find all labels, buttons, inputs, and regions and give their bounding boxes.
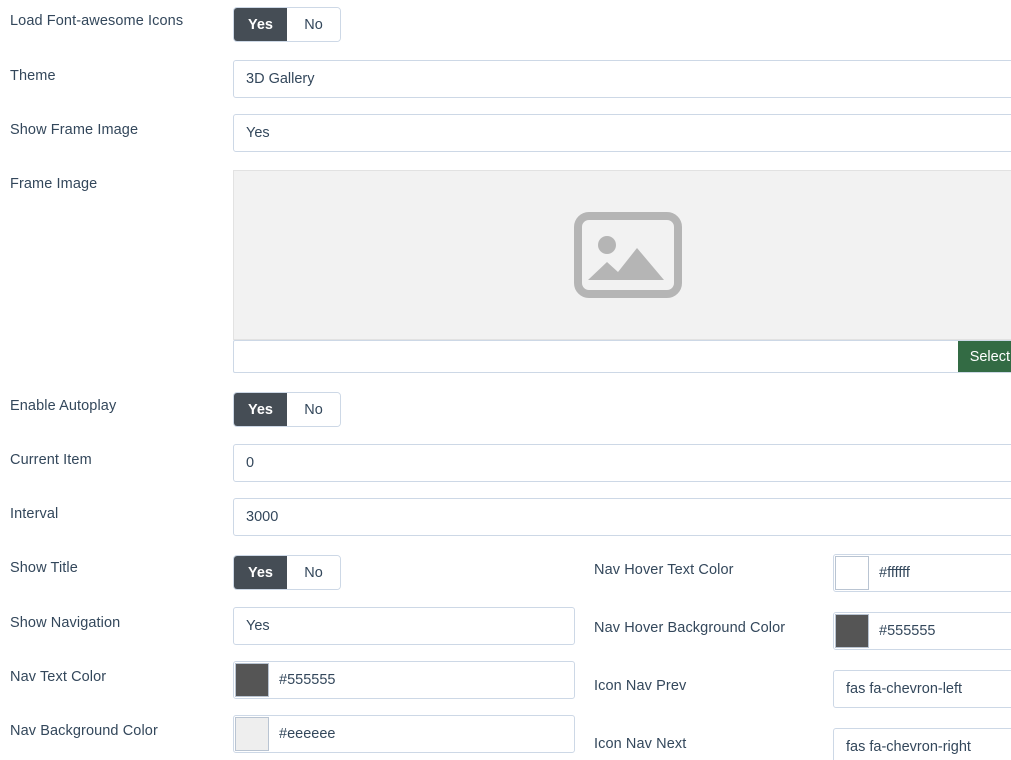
label-icon-nav-next: Icon Nav Next xyxy=(594,736,687,752)
color-hex-nav-text-color: #555555 xyxy=(279,672,336,688)
toggle-option-no[interactable]: No xyxy=(287,393,340,426)
frame-image-select-button[interactable]: Select xyxy=(957,341,1011,372)
toggle-enable-autoplay[interactable]: Yes No xyxy=(233,392,341,427)
input-icon-nav-next[interactable]: fas fa-chevron-right xyxy=(833,728,1011,760)
color-hex-nav-hover-background-color: #555555 xyxy=(879,623,936,639)
label-nav-text-color: Nav Text Color xyxy=(10,669,107,685)
frame-image-input-bar[interactable]: Select xyxy=(233,340,1011,373)
label-show-navigation: Show Navigation xyxy=(10,615,121,631)
color-swatch-nav-hover-text-color[interactable] xyxy=(835,556,869,590)
colorfield-nav-background-color[interactable]: #eeeeee xyxy=(233,715,575,753)
input-show-navigation-value: Yes xyxy=(246,618,270,634)
frame-image-preview[interactable] xyxy=(233,170,1011,340)
label-nav-hover-background-color: Nav Hover Background Color xyxy=(594,620,786,636)
colorfield-nav-hover-background-color[interactable]: #555555 xyxy=(833,612,1011,650)
label-current-item: Current Item xyxy=(10,452,92,468)
input-icon-nav-prev-value: fas fa-chevron-left xyxy=(846,681,963,697)
toggle-show-title[interactable]: Yes No xyxy=(233,555,341,590)
color-hex-nav-background-color: #eeeeee xyxy=(279,726,336,742)
colorfield-nav-text-color[interactable]: #555555 xyxy=(233,661,575,699)
label-enable-autoplay: Enable Autoplay xyxy=(10,398,117,414)
colorfield-nav-hover-text-color[interactable]: #ffffff xyxy=(833,554,1011,592)
label-load-fontawesome-icons: Load Font-awesome Icons xyxy=(10,13,184,29)
toggle-option-no[interactable]: No xyxy=(287,556,340,589)
label-show-title: Show Title xyxy=(10,560,78,576)
input-current-item[interactable]: 0 xyxy=(233,444,1011,482)
toggle-option-no[interactable]: No xyxy=(287,8,340,41)
input-interval[interactable]: 3000 xyxy=(233,498,1011,536)
input-theme[interactable]: 3D Gallery xyxy=(233,60,1011,98)
toggle-option-yes[interactable]: Yes xyxy=(234,556,287,589)
color-swatch-nav-background-color[interactable] xyxy=(235,717,269,751)
toggle-option-yes[interactable]: Yes xyxy=(234,8,287,41)
toggle-load-fontawesome-icons[interactable]: Yes No xyxy=(233,7,341,42)
image-placeholder-icon xyxy=(574,212,682,298)
label-icon-nav-prev: Icon Nav Prev xyxy=(594,678,687,694)
label-interval: Interval xyxy=(10,506,59,522)
color-swatch-nav-text-color[interactable] xyxy=(235,663,269,697)
input-show-frame-image[interactable]: Yes xyxy=(233,114,1011,152)
input-icon-nav-prev[interactable]: fas fa-chevron-left xyxy=(833,670,1011,708)
input-interval-value: 3000 xyxy=(246,509,279,525)
input-theme-value: 3D Gallery xyxy=(246,71,315,87)
label-frame-image: Frame Image xyxy=(10,176,98,192)
input-show-frame-image-value: Yes xyxy=(246,125,270,141)
color-swatch-nav-hover-background-color[interactable] xyxy=(835,614,869,648)
label-show-frame-image: Show Frame Image xyxy=(10,122,139,138)
label-nav-background-color: Nav Background Color xyxy=(10,723,158,739)
input-show-navigation[interactable]: Yes xyxy=(233,607,575,645)
label-theme: Theme xyxy=(10,68,56,84)
input-icon-nav-next-value: fas fa-chevron-right xyxy=(846,739,971,755)
color-hex-nav-hover-text-color: #ffffff xyxy=(879,565,910,581)
settings-form-panel: Load Font-awesome Icons Yes No Theme 3D … xyxy=(0,0,1011,760)
toggle-option-yes[interactable]: Yes xyxy=(234,393,287,426)
label-nav-hover-text-color: Nav Hover Text Color xyxy=(594,562,734,578)
input-current-item-value: 0 xyxy=(246,455,255,471)
